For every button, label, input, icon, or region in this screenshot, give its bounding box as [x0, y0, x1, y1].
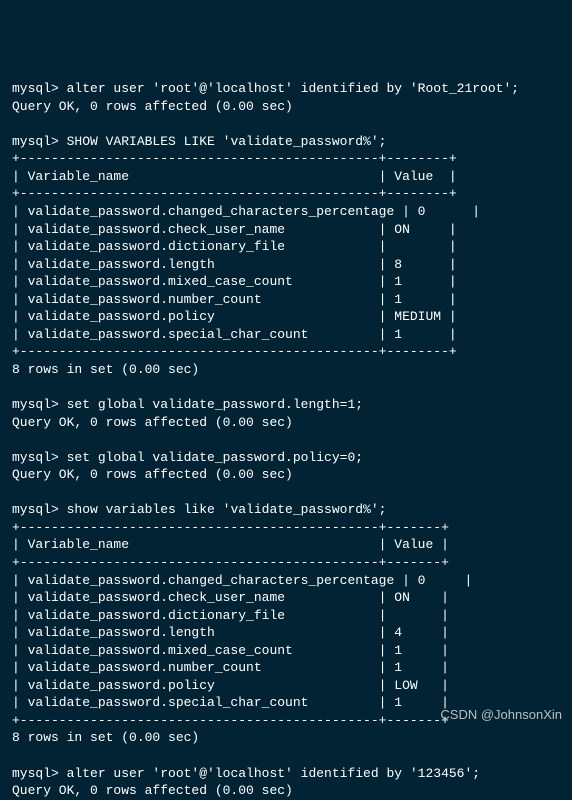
table-row: | validate_password.check_user_name | ON…	[12, 590, 449, 605]
table-row: | validate_password.length | 8 |	[12, 257, 457, 272]
table-row: | validate_password.special_char_count |…	[12, 327, 457, 342]
table-row: | validate_password.changed_characters_p…	[12, 204, 480, 219]
command-text: alter user 'root'@'localhost' identified…	[59, 766, 480, 781]
table-row: | validate_password.special_char_count |…	[12, 695, 449, 710]
table-row: | validate_password.mixed_case_count | 1…	[12, 274, 457, 289]
terminal-line: mysql> show variables like 'validate_pas…	[12, 502, 386, 517]
terminal-line: mysql> set global validate_password.poli…	[12, 450, 363, 465]
query-result: Query OK, 0 rows affected (0.00 sec)	[12, 415, 293, 430]
terminal-line: mysql> SHOW VARIABLES LIKE 'validate_pas…	[12, 134, 386, 149]
command-text: alter user 'root'@'localhost' identified…	[59, 81, 519, 96]
command-text: SHOW VARIABLES LIKE 'validate_password%'…	[59, 134, 387, 149]
table-border: +---------------------------------------…	[12, 713, 449, 728]
table-header: | Variable_name | Value |	[12, 169, 457, 184]
table-row: | validate_password.policy | MEDIUM |	[12, 309, 457, 324]
query-result: Query OK, 0 rows affected (0.00 sec)	[12, 783, 293, 798]
table-border: +---------------------------------------…	[12, 344, 457, 359]
terminal-line: mysql> alter user 'root'@'localhost' ide…	[12, 81, 519, 96]
query-result: Query OK, 0 rows affected (0.00 sec)	[12, 99, 293, 114]
table-row: | validate_password.number_count | 1 |	[12, 660, 449, 675]
mysql-prompt: mysql>	[12, 766, 59, 781]
mysql-prompt: mysql>	[12, 502, 59, 517]
terminal-line: mysql> set global validate_password.leng…	[12, 397, 363, 412]
table-border: +---------------------------------------…	[12, 555, 449, 570]
table-border: +---------------------------------------…	[12, 520, 449, 535]
query-result: Query OK, 0 rows affected (0.00 sec)	[12, 467, 293, 482]
table-row: | validate_password.mixed_case_count | 1…	[12, 643, 449, 658]
table-row: | validate_password.dictionary_file | |	[12, 608, 449, 623]
table-row: | validate_password.changed_characters_p…	[12, 573, 472, 588]
rows-count: 8 rows in set (0.00 sec)	[12, 730, 199, 745]
table-row: | validate_password.policy | LOW |	[12, 678, 449, 693]
command-text: set global validate_password.length=1;	[59, 397, 363, 412]
table-row: | validate_password.number_count | 1 |	[12, 292, 457, 307]
table-header: | Variable_name | Value |	[12, 537, 449, 552]
watermark-text: CSDN @JohnsonXin	[440, 706, 562, 724]
mysql-prompt: mysql>	[12, 397, 59, 412]
command-text: set global validate_password.policy=0;	[59, 450, 363, 465]
mysql-prompt: mysql>	[12, 450, 59, 465]
mysql-prompt: mysql>	[12, 134, 59, 149]
table-border: +---------------------------------------…	[12, 151, 457, 166]
command-text: show variables like 'validate_password%'…	[59, 502, 387, 517]
table-border: +---------------------------------------…	[12, 186, 457, 201]
terminal-line: mysql> alter user 'root'@'localhost' ide…	[12, 766, 480, 781]
mysql-prompt: mysql>	[12, 81, 59, 96]
table-row: | validate_password.check_user_name | ON…	[12, 222, 457, 237]
table-row: | validate_password.dictionary_file | |	[12, 239, 457, 254]
rows-count: 8 rows in set (0.00 sec)	[12, 362, 199, 377]
table-row: | validate_password.length | 4 |	[12, 625, 449, 640]
